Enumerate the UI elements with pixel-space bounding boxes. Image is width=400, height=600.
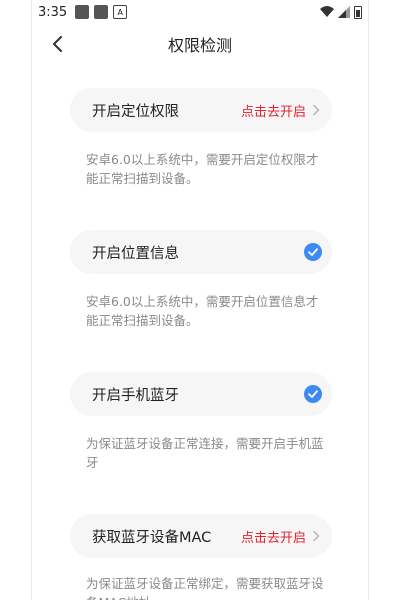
perm-desc: 安卓6.0以上系统中，需要开启定位权限才能正常扫描到设备。 <box>86 152 319 186</box>
status-time: 3:35 <box>38 4 68 20</box>
bluetooth-mac-row[interactable]: 获取蓝牙设备MAC 点击去开启 <box>70 514 332 558</box>
signal-icon <box>338 6 350 18</box>
notification-icon <box>75 5 90 19</box>
app-screen: 3:35 A 权限检测 开启定位权限 点击去开启 安卓6.0以上系统中，需要开启… <box>31 0 369 600</box>
nav-bar: 权限检测 <box>32 24 368 64</box>
notification-a-icon: A <box>113 5 128 19</box>
perm-label: 开启定位权限 <box>92 103 179 120</box>
location-info-row[interactable]: 开启位置信息 <box>70 230 332 274</box>
enable-location-permission-link[interactable]: 点击去开启 <box>241 101 306 120</box>
enable-mac-permission-link[interactable]: 点击去开启 <box>241 527 306 546</box>
back-button[interactable] <box>46 32 70 56</box>
notification-icon <box>94 5 109 19</box>
check-circle-icon <box>304 243 322 261</box>
chevron-left-icon <box>53 36 62 52</box>
wifi-icon <box>320 6 334 17</box>
bluetooth-row[interactable]: 开启手机蓝牙 <box>70 372 332 416</box>
chevron-right-icon <box>313 530 320 542</box>
perm-desc: 安卓6.0以上系统中，需要开启位置信息才能正常扫描到设备。 <box>86 294 319 328</box>
check-circle-icon <box>304 385 322 403</box>
status-bar: 3:35 A <box>32 0 368 24</box>
chevron-right-icon <box>313 104 320 116</box>
perm-desc: 为保证蓝牙设备正常绑定，需要获取蓝牙设备MAC地址 <box>86 576 324 600</box>
perm-label: 获取蓝牙设备MAC <box>92 529 212 546</box>
battery-icon <box>354 5 362 19</box>
perm-label: 开启位置信息 <box>92 245 179 262</box>
status-right-icons <box>320 5 362 19</box>
perm-label: 开启手机蓝牙 <box>92 387 179 404</box>
location-permission-row[interactable]: 开启定位权限 点击去开启 <box>70 88 332 132</box>
page-title: 权限检测 <box>167 36 232 55</box>
perm-desc: 为保证蓝牙设备正常连接，需要开启手机蓝牙 <box>86 436 324 470</box>
